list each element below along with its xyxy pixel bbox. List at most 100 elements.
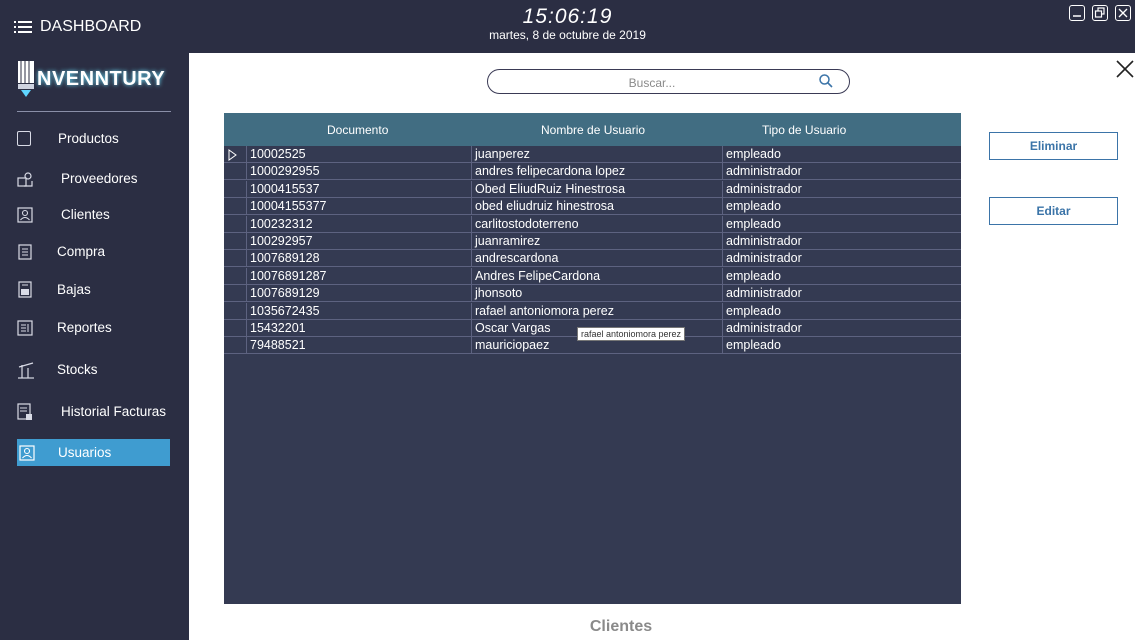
cell-tipo[interactable]: administrador: [726, 234, 802, 248]
stock-icon: [18, 361, 34, 379]
cell-nombre[interactable]: Andres FelipeCardona: [475, 269, 600, 283]
cell-tipo[interactable]: administrador: [726, 164, 802, 178]
cell-nombre[interactable]: mauriciopaez: [475, 338, 549, 352]
cell-divider: [246, 198, 247, 215]
cell-divider: [471, 320, 472, 336]
close-panel-icon[interactable]: [1115, 59, 1135, 79]
cell-tipo[interactable]: empleado: [726, 304, 781, 318]
search-box: [487, 69, 850, 94]
sidebar-item-productos[interactable]: Productos: [17, 125, 170, 152]
cell-tipo[interactable]: administrador: [726, 251, 802, 265]
delete-button[interactable]: Eliminar: [989, 132, 1118, 160]
search-input[interactable]: [500, 72, 804, 93]
table-row[interactable]: 1000292955 andres felipecardona lopez admi…: [224, 163, 961, 181]
cell-divider: [471, 146, 472, 162]
cell-documento[interactable]: 1007689128: [250, 251, 320, 265]
cell-documento[interactable]: 15432201: [250, 321, 306, 335]
sidebar-item-compra[interactable]: Compra: [17, 238, 170, 265]
edit-button[interactable]: Editar: [989, 197, 1118, 225]
sidebar-item-proveedores[interactable]: Proveedores: [17, 165, 170, 192]
sidebar: NVENNTURY Productos Proveedores Clientes…: [0, 53, 189, 640]
purchase-icon: [18, 243, 32, 260]
cell-tipo[interactable]: administrador: [726, 286, 802, 300]
cell-divider: [246, 163, 247, 180]
table-row[interactable]: 1000415537 Obed EliudRuiz Hinestrosa admin…: [224, 180, 961, 198]
cell-divider: [722, 163, 723, 180]
cell-documento[interactable]: 10076891287: [250, 269, 326, 283]
cell-documento[interactable]: 100292957: [250, 234, 313, 248]
sidebar-item-clientes[interactable]: Clientes: [17, 201, 170, 228]
cell-documento[interactable]: 1000415537: [250, 182, 320, 196]
cell-nombre[interactable]: obed eliudruiz hinestrosa: [475, 199, 614, 213]
cell-tipo[interactable]: empleado: [726, 269, 781, 283]
footer-title: Clientes: [589, 618, 653, 635]
sidebar-item-label: Stocks: [57, 362, 98, 377]
cell-documento[interactable]: 1035672435: [250, 304, 320, 318]
restore-button[interactable]: [1092, 5, 1108, 21]
window-close-button[interactable]: [1115, 5, 1131, 21]
table-row[interactable]: 1035672435 rafael antoniomora perez emplea…: [224, 302, 961, 320]
cell-divider: [471, 215, 472, 232]
column-header-documento[interactable]: Documento: [327, 123, 388, 137]
row-selector-icon: [224, 147, 243, 163]
cell-documento[interactable]: 79488521: [250, 338, 306, 352]
cell-tipo[interactable]: administrador: [726, 321, 802, 335]
cell-nombre[interactable]: juanperez: [475, 147, 530, 161]
column-header-nombre[interactable]: Nombre de Usuario: [541, 123, 645, 137]
table-row[interactable]: 10002525 juanperez empleado: [224, 146, 961, 163]
sidebar-item-usuarios[interactable]: Usuarios: [17, 439, 170, 466]
cell-nombre[interactable]: andrescardona: [475, 251, 558, 265]
cell-nombre[interactable]: Obed EliudRuiz Hinestrosa: [475, 182, 625, 196]
cell-divider: [722, 302, 723, 319]
clock-date: martes, 8 de octubre de 2019: [489, 28, 646, 42]
cell-tipo[interactable]: administrador: [726, 182, 802, 196]
sidebar-item-historial-facturas[interactable]: Historial Facturas: [17, 398, 170, 425]
sidebar-item-label: Reportes: [57, 320, 112, 335]
cell-documento[interactable]: 10004155377: [250, 199, 326, 213]
app-logo: NVENNTURY: [17, 61, 165, 97]
cell-nombre[interactable]: rafael antoniomora perez: [475, 304, 614, 318]
sidebar-item-label: Bajas: [57, 282, 91, 297]
cell-divider: [722, 250, 723, 267]
cell-nombre[interactable]: juanramirez: [475, 234, 540, 248]
users-grid[interactable]: Documento Nombre de Usuario Tipo de Usua…: [224, 113, 961, 604]
cell-divider: [722, 180, 723, 197]
product-icon: [17, 131, 31, 146]
cell-divider: [471, 285, 472, 302]
sidebar-item-reportes[interactable]: Reportes: [17, 314, 170, 341]
cell-tipo[interactable]: empleado: [726, 199, 781, 213]
supplier-icon: [17, 171, 33, 187]
table-row[interactable]: 100232312 carlitostodoterreno empleado: [224, 215, 961, 233]
column-header-tipo[interactable]: Tipo de Usuario: [762, 123, 846, 137]
search-icon[interactable]: [818, 73, 834, 89]
cell-nombre[interactable]: jhonsoto: [475, 286, 522, 300]
cell-nombre[interactable]: Oscar Vargas: [475, 321, 551, 335]
sidebar-item-bajas[interactable]: Bajas: [17, 276, 170, 303]
cell-tipo[interactable]: empleado: [726, 147, 781, 161]
cell-divider: [246, 146, 247, 162]
logo-text: NVENNTURY: [37, 67, 166, 90]
table-row[interactable]: 1007689128 andrescardona administrador: [224, 250, 961, 268]
cell-divider: [471, 180, 472, 197]
cell-divider: [246, 233, 247, 249]
clock: 15:06:19 martes, 8 de octubre de 2019: [0, 5, 1135, 42]
sidebar-item-stocks[interactable]: Stocks: [17, 356, 170, 383]
cell-documento[interactable]: 100232312: [250, 217, 313, 231]
cell-documento[interactable]: 1000292955: [250, 164, 320, 178]
cell-documento[interactable]: 10002525: [250, 147, 306, 161]
invoice-history-icon: [17, 402, 32, 420]
restore-icon: [1094, 7, 1105, 18]
clock-time: 15:06:19: [522, 5, 613, 28]
table-row[interactable]: 10076891287 Andres FelipeCardona empleado: [224, 267, 961, 285]
cell-documento[interactable]: 1007689129: [250, 286, 320, 300]
table-row[interactable]: 10004155377 obed eliudruiz hinestrosa empl…: [224, 198, 961, 216]
table-row[interactable]: 100292957 juanramirez administrador: [224, 233, 961, 250]
cell-tipo[interactable]: empleado: [726, 338, 781, 352]
minimize-button[interactable]: [1069, 5, 1085, 21]
table-row[interactable]: 1007689129 jhonsoto administrador: [224, 285, 961, 303]
cell-divider: [246, 180, 247, 197]
cell-nombre[interactable]: carlitostodoterreno: [475, 217, 579, 231]
cell-tipo[interactable]: empleado: [726, 217, 781, 231]
cell-nombre[interactable]: andres felipecardona lopez: [475, 164, 625, 178]
sidebar-item-label: Productos: [58, 131, 119, 146]
